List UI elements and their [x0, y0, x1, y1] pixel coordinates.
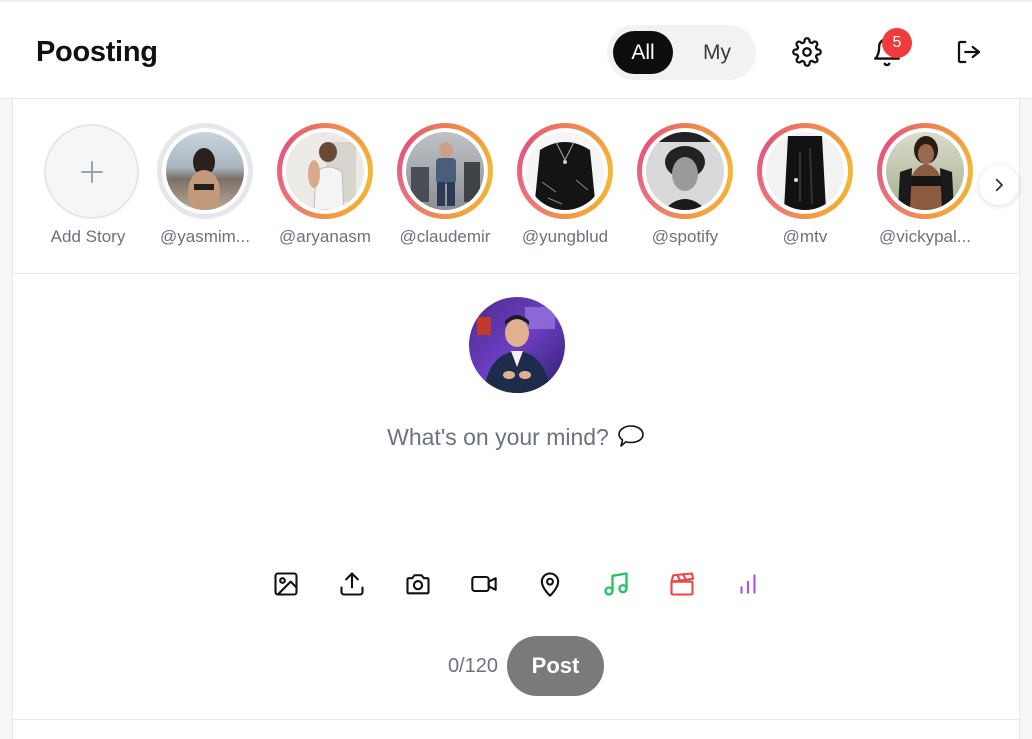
story-handle: @vickypal...: [879, 227, 971, 246]
app-title: Poosting: [36, 36, 158, 68]
camera-icon: [406, 574, 430, 595]
stories-next-button[interactable]: [979, 165, 1019, 205]
clapperboard-icon: [670, 572, 695, 596]
image-icon: [274, 572, 298, 596]
location-button[interactable]: [532, 566, 568, 602]
story-handle: @aryanasm: [279, 227, 371, 246]
feed-card: Add Story @yasmim... @aryanasm @claudemi…: [12, 99, 1020, 739]
user-avatar: [469, 297, 565, 393]
story-ring: [877, 123, 973, 219]
story-ring: [157, 123, 253, 219]
story-avatar: [166, 132, 244, 210]
story-avatar: [886, 132, 964, 210]
stories-bar: Add Story @yasmim... @aryanasm @claudemi…: [13, 99, 1019, 274]
story-avatar: [406, 132, 484, 210]
add-image-button[interactable]: [268, 566, 304, 602]
story-handle: @spotify: [651, 227, 719, 246]
toggle-all[interactable]: All: [613, 31, 673, 74]
story-avatar: [646, 132, 724, 210]
chevron-right-icon: [995, 178, 1003, 192]
poll-button[interactable]: [730, 566, 766, 602]
story-ring: [397, 123, 493, 219]
video-button[interactable]: [466, 566, 502, 602]
settings-button[interactable]: [787, 32, 827, 72]
camera-button[interactable]: [400, 566, 436, 602]
speech-bubble-icon: [617, 423, 645, 455]
divider: [13, 719, 1019, 720]
story-handle: @yungblud: [521, 227, 609, 246]
story-avatar: [286, 132, 364, 210]
story-ring: [637, 123, 733, 219]
story-avatar: [766, 132, 844, 210]
music-icon: [604, 572, 628, 596]
location-pin-icon: [540, 572, 560, 597]
toggle-my[interactable]: My: [687, 31, 747, 74]
story-handle: @yasmim...: [160, 227, 250, 246]
upload-button[interactable]: [334, 566, 370, 602]
composer-placeholder[interactable]: What's on your mind?: [387, 424, 609, 450]
story-handle: @claudemir: [399, 227, 491, 246]
add-story-button[interactable]: [44, 124, 139, 219]
gear-icon: [792, 37, 822, 67]
story-ring: [757, 123, 853, 219]
character-counter: 0/120: [447, 655, 498, 677]
story-avatar: [526, 132, 604, 210]
logout-icon: [957, 40, 981, 64]
music-button[interactable]: [598, 566, 634, 602]
video-icon: [471, 575, 497, 593]
upload-icon: [340, 572, 364, 596]
add-story-label: Add Story: [50, 227, 126, 246]
story-ring: [277, 123, 373, 219]
story-ring: [517, 123, 613, 219]
composer-prompt[interactable]: What's on your mind?: [13, 423, 1019, 455]
plus-icon: [80, 160, 103, 183]
notification-badge: 5: [882, 28, 912, 58]
top-bar: Poosting All My 5: [0, 0, 1032, 99]
clip-button[interactable]: [664, 566, 700, 602]
composer-toolbar: [268, 566, 768, 606]
post-button[interactable]: Post: [507, 636, 604, 696]
feed-toggle: All My: [607, 25, 756, 80]
logout-button[interactable]: [949, 32, 989, 72]
poll-icon: [740, 574, 756, 594]
story-handle: @mtv: [782, 227, 828, 246]
